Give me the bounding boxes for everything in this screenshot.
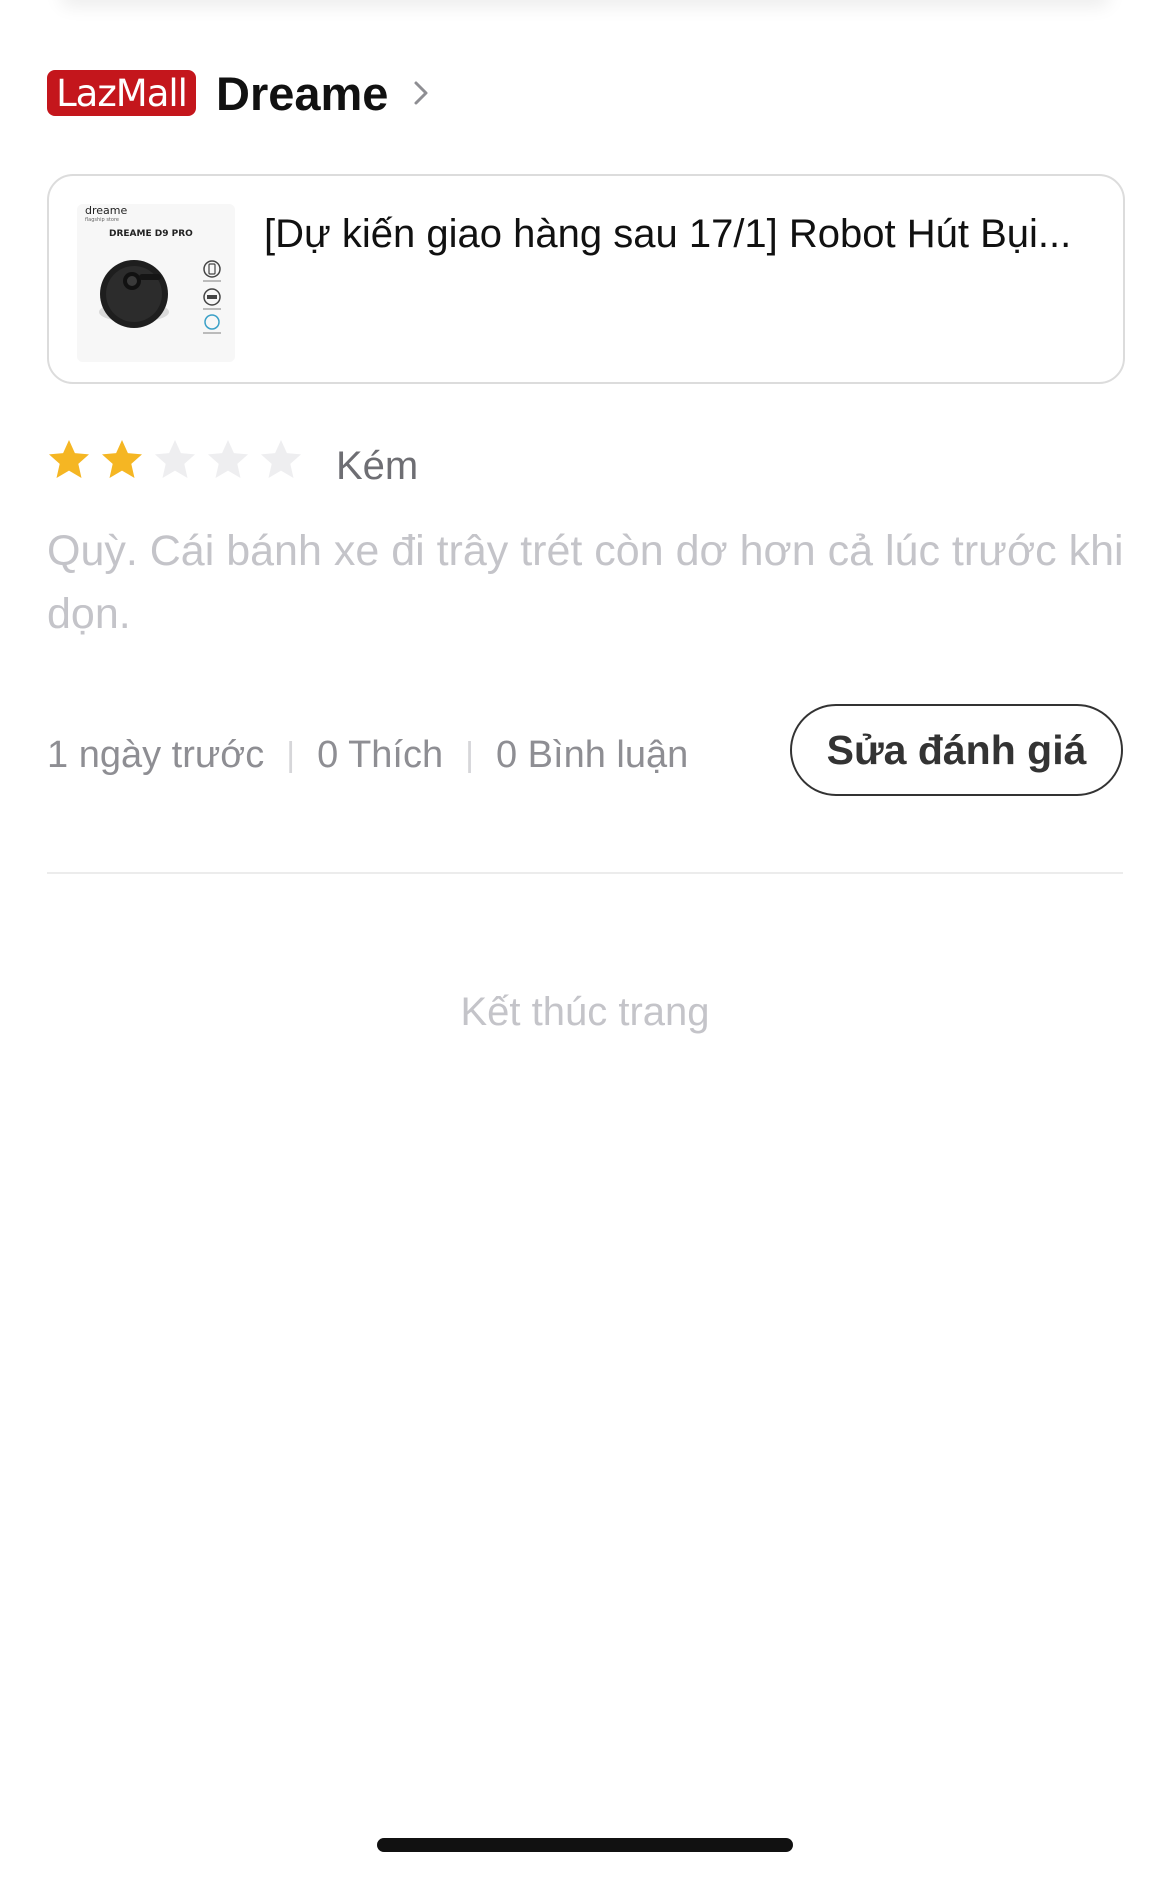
home-indicator[interactable]	[377, 1838, 793, 1852]
meta-separator: |	[465, 736, 474, 774]
edit-review-button[interactable]: Sửa đánh giá	[790, 704, 1123, 796]
end-of-page-label: Kết thúc trang	[460, 990, 710, 1034]
star-empty-icon	[261, 440, 301, 478]
review-text: Quỳ. Cái bánh xe đi trây trét còn dơ hơn…	[47, 527, 1124, 638]
like-count[interactable]: 0 Thích	[317, 734, 443, 777]
comment-count[interactable]: 0 Bình luận	[496, 734, 688, 777]
thumb-brand: dreame	[85, 204, 127, 217]
thumb-model: DREAME D9 PRO	[109, 229, 193, 239]
divider	[47, 872, 1123, 874]
thumb-brand-sub: flagship store	[85, 217, 119, 223]
product-title[interactable]: [Dự kiến giao hàng sau 17/1] Robot Hút B…	[264, 210, 1104, 258]
store-name[interactable]: Dreame	[216, 66, 388, 121]
star-empty-icon	[155, 440, 195, 478]
review-time: 1 ngày trước	[47, 734, 265, 776]
star-rating	[47, 438, 312, 482]
lazmall-badge: LazMall	[47, 70, 196, 116]
star-filled-icon	[102, 440, 142, 478]
review-meta: 1 ngày trước | 0 Thích | 0 Bình luận	[47, 734, 688, 777]
product-thumbnail[interactable]: dreame flagship store DREAME D9 PRO	[77, 204, 235, 362]
rating-label: Kém	[336, 443, 419, 488]
chevron-right-icon[interactable]	[412, 79, 430, 107]
store-header[interactable]: LazMall Dreame	[47, 67, 430, 120]
star-empty-icon	[208, 440, 248, 478]
rating-row: Kém	[47, 430, 418, 490]
meta-separator: |	[286, 736, 296, 774]
product-card[interactable]: dreame flagship store DREAME D9 PRO [Dự …	[47, 174, 1125, 384]
star-filled-icon	[49, 440, 89, 478]
